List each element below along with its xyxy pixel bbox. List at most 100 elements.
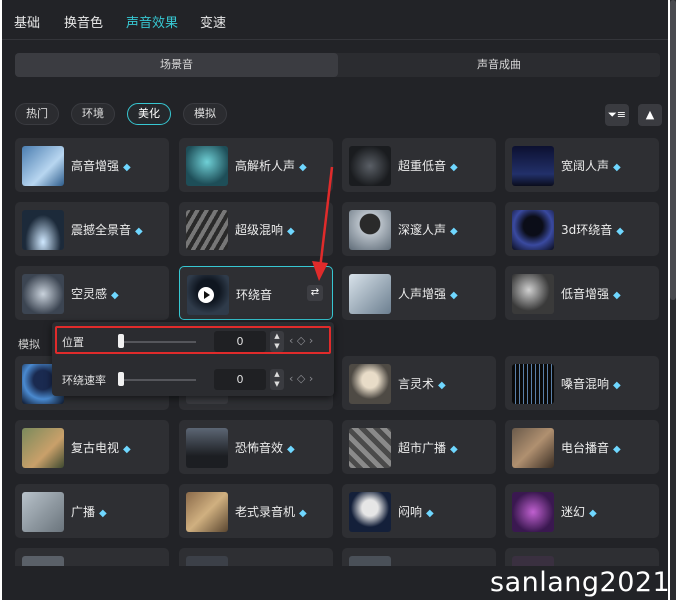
effect-thumbnail xyxy=(186,428,228,468)
diamond-icon: ◆ xyxy=(287,226,295,237)
param-label: 环绕速率 xyxy=(62,374,106,387)
effect-label: 人声增强 xyxy=(398,287,447,301)
diamond-icon: ◆ xyxy=(299,508,307,519)
effect-label: 3d环绕音 xyxy=(561,223,613,237)
chip-beautify[interactable]: 美化 xyxy=(127,103,171,125)
top-tabs: 基础 换音色 声音效果 变速 xyxy=(2,0,668,40)
effect-label: 震撼全景音 xyxy=(71,223,132,237)
diamond-icon: ◆ xyxy=(450,226,458,237)
diamond-icon: ◆ xyxy=(438,380,446,391)
effect-thumbnail xyxy=(349,492,391,532)
effect-card[interactable]: 空灵感 ◆ xyxy=(15,266,169,320)
effect-label: 高音增强 xyxy=(71,159,120,173)
adjust-settings-button[interactable]: ⇄ xyxy=(307,285,323,301)
effect-card[interactable]: 超市广播 ◆ xyxy=(342,420,496,474)
slider-handle[interactable] xyxy=(118,372,124,386)
effect-card[interactable]: 闷响 ◆ xyxy=(342,484,496,538)
chevron-left-icon[interactable]: ‹ xyxy=(289,372,293,385)
keyframe-diamond-icon[interactable]: ◇ xyxy=(297,372,305,385)
section-label-simulate: 模拟 xyxy=(18,338,40,351)
diamond-icon: ◆ xyxy=(450,444,458,455)
sliders-icon: ⇄ xyxy=(310,287,320,298)
effect-label: 复古电视 xyxy=(71,441,120,455)
diamond-icon: ◆ xyxy=(613,380,621,391)
effect-thumbnail xyxy=(22,428,64,468)
highlight-box xyxy=(55,326,331,354)
effect-card[interactable]: 深邃人声 ◆ xyxy=(342,202,496,256)
diamond-icon: ◆ xyxy=(123,162,131,173)
diamond-icon: ◆ xyxy=(99,508,107,519)
diamond-icon: ◆ xyxy=(613,162,621,173)
effect-thumbnail xyxy=(186,492,228,532)
tab-speed[interactable]: 变速 xyxy=(200,12,226,31)
effect-card[interactable]: 震撼全景音 ◆ xyxy=(15,202,169,256)
effect-card[interactable]: 超重低音 ◆ xyxy=(342,138,496,192)
effect-card[interactable]: 迷幻 ◆ xyxy=(505,484,659,538)
chevron-right-icon[interactable]: › xyxy=(309,372,313,385)
effect-card[interactable]: 高音增强 ◆ xyxy=(15,138,169,192)
effect-card[interactable]: 人声增强 ◆ xyxy=(342,266,496,320)
effect-label: 嗓音混响 xyxy=(561,377,610,391)
effect-thumbnail xyxy=(512,210,554,250)
effect-thumbnail xyxy=(22,492,64,532)
effect-label: 环绕音 xyxy=(236,288,273,302)
effect-thumbnail xyxy=(186,210,228,250)
effect-thumbnail xyxy=(349,146,391,186)
effect-card[interactable]: 嗓音混响 ◆ xyxy=(505,356,659,410)
effect-thumbnail xyxy=(349,428,391,468)
effect-label: 宽阔人声 xyxy=(561,159,610,173)
effect-thumbnail xyxy=(22,274,64,314)
effect-thumbnail xyxy=(186,146,228,186)
effect-label: 超市广播 xyxy=(398,441,447,455)
chevron-up-icon: ▲ xyxy=(274,370,280,378)
chip-environment[interactable]: 环境 xyxy=(71,103,115,125)
segment-scene-sound[interactable]: 场景音 xyxy=(15,53,338,77)
chip-hot[interactable]: 热门 xyxy=(15,103,59,125)
scrollbar[interactable] xyxy=(670,0,676,600)
tab-sound-effects[interactable]: 声音效果 xyxy=(126,12,178,31)
effect-label: 恐怖音效 xyxy=(235,441,284,455)
effect-card[interactable]: 电台播音 ◆ xyxy=(505,420,659,474)
diamond-icon: ◆ xyxy=(616,226,624,237)
param-value-input[interactable]: 0 xyxy=(214,369,266,390)
value-stepper[interactable]: ▲ ▼ xyxy=(270,369,284,390)
effect-thumbnail xyxy=(512,428,554,468)
effect-card[interactable]: 3d环绕音 ◆ xyxy=(505,202,659,256)
effect-card[interactable]: 低音增强 ◆ xyxy=(505,266,659,320)
diamond-icon: ◆ xyxy=(613,290,621,301)
diamond-icon: ◆ xyxy=(613,444,621,455)
filter-icon: ⏷≡ xyxy=(607,108,627,121)
keyframe-nav[interactable]: ‹ ◇ › xyxy=(289,372,313,385)
effect-label: 老式录音机 xyxy=(235,505,296,519)
collapse-button[interactable]: ▲ xyxy=(638,104,662,126)
effect-thumbnail xyxy=(349,210,391,250)
diamond-icon: ◆ xyxy=(426,508,434,519)
slider-track[interactable] xyxy=(120,379,196,381)
effect-card[interactable]: 老式录音机 ◆ xyxy=(179,484,333,538)
audio-effects-panel: 基础 换音色 声音效果 变速 场景音 声音成曲 热门 环境 美化 模拟 ⏷≡ ▲… xyxy=(2,0,668,600)
effect-label: 高解析人声 xyxy=(235,159,296,173)
play-icon[interactable] xyxy=(198,287,214,303)
effect-label: 空灵感 xyxy=(71,287,108,301)
effect-thumbnail xyxy=(512,146,554,186)
tab-voice-change[interactable]: 换音色 xyxy=(64,12,103,31)
diamond-icon: ◆ xyxy=(450,162,458,173)
chip-simulate[interactable]: 模拟 xyxy=(183,103,227,125)
effect-card[interactable]: 恐怖音效 ◆ xyxy=(179,420,333,474)
effect-thumbnail xyxy=(512,492,554,532)
effect-label: 低音增强 xyxy=(561,287,610,301)
tab-basic[interactable]: 基础 xyxy=(14,12,40,31)
scrollbar-thumb[interactable] xyxy=(670,0,676,300)
diamond-icon: ◆ xyxy=(287,444,295,455)
effect-thumbnail xyxy=(512,364,554,404)
filter-sort-button[interactable]: ⏷≡ xyxy=(605,104,629,126)
segment-sound-to-song[interactable]: 声音成曲 xyxy=(338,53,660,77)
effect-card[interactable]: 复古电视 ◆ xyxy=(15,420,169,474)
effect-thumbnail xyxy=(22,146,64,186)
effect-card[interactable]: 广播 ◆ xyxy=(15,484,169,538)
effect-card[interactable]: 宽阔人声 ◆ xyxy=(505,138,659,192)
effect-label: 广播 xyxy=(71,505,96,519)
segment-control: 场景音 声音成曲 xyxy=(15,53,660,77)
effect-label: 迷幻 xyxy=(561,505,586,519)
effect-card[interactable]: 言灵术 ◆ xyxy=(342,356,496,410)
